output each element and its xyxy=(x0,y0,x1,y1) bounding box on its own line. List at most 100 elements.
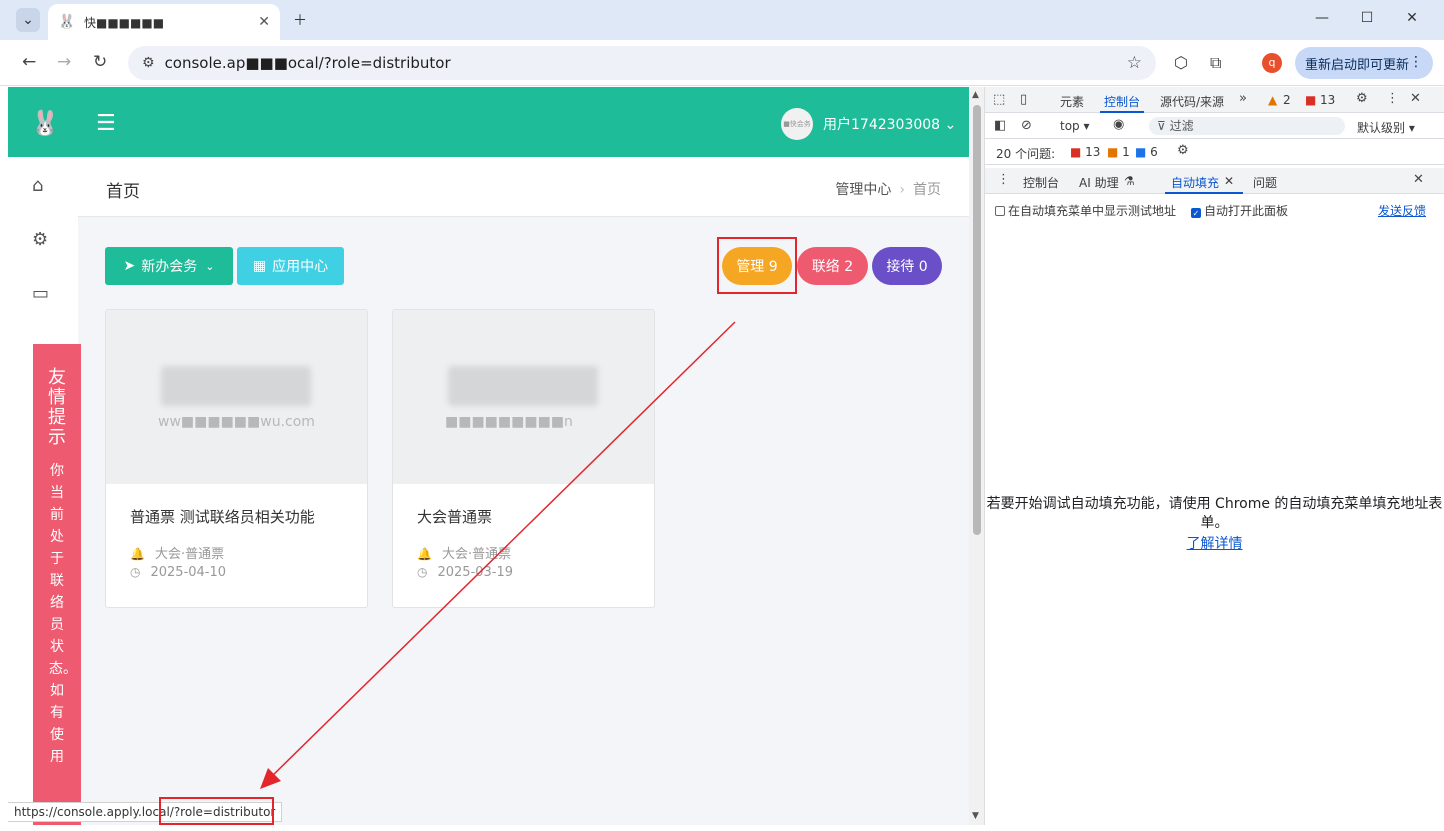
gear-icon[interactable]: ⚙ xyxy=(1356,91,1368,106)
sidebar-toggle-icon[interactable]: ◧ xyxy=(994,118,1006,133)
context-selector[interactable]: top ▾ xyxy=(1060,119,1090,133)
error-count[interactable]: 13 xyxy=(1320,93,1335,107)
tab-search-button[interactable]: ⌄ xyxy=(16,8,40,32)
kebab-menu-icon[interactable]: ⋮ xyxy=(1386,91,1399,106)
tab-elements[interactable]: 元素 xyxy=(1060,93,1084,110)
new-meeting-button[interactable]: ➤ 新办会务 ⌄ xyxy=(105,247,233,285)
event-card[interactable]: ww■■■■■■wu.com 普通票 测试联络员相关功能 🔔 大会·普通票 ◷ 20… xyxy=(105,309,368,608)
auto-open-checkbox[interactable]: ✓ 自动打开此面板 xyxy=(1191,202,1288,219)
site-info-icon[interactable]: ⚙ xyxy=(142,55,155,71)
blurred-logo xyxy=(161,366,311,406)
url-text[interactable]: console.ap■■■ocal/?role=distributor xyxy=(165,54,451,72)
user-menu[interactable]: 用户1742303008 ⌄ xyxy=(823,114,956,134)
profile-avatar[interactable]: q xyxy=(1262,53,1282,73)
hamburger-menu-icon[interactable]: ☰ xyxy=(96,111,116,136)
device-toolbar-icon[interactable]: ▯ xyxy=(1020,92,1027,107)
image-watermark: ■■■■■■■■■n xyxy=(445,414,573,430)
back-icon[interactable]: ← xyxy=(22,52,36,72)
page-header: 首页 管理中心 › 首页 xyxy=(78,157,969,217)
event-card-image: ww■■■■■■wu.com xyxy=(106,310,367,484)
friendly-tip-panel: 友情提示 你当前处于联络员状态。 如有使用 xyxy=(33,344,81,825)
warning-count[interactable]: 2 xyxy=(1283,93,1291,107)
home-icon[interactable]: ⌂ xyxy=(32,175,43,196)
issue-info[interactable]: ■ 6 xyxy=(1135,145,1158,159)
browser-toolbar: ← → ↻ ⚙ console.ap■■■ocal/?role=distribu… xyxy=(0,40,1444,86)
send-icon: ➤ xyxy=(123,258,136,274)
settings-icon[interactable]: ⚙ xyxy=(32,229,48,250)
eye-icon[interactable]: ◉ xyxy=(1113,117,1124,132)
reload-icon[interactable]: ↻ xyxy=(93,52,107,72)
role-liaison-pill[interactable]: 联络 2 xyxy=(797,247,868,285)
puzzle-extensions-icon[interactable]: ⧉ xyxy=(1210,53,1221,73)
maximize-icon[interactable]: ☐ xyxy=(1352,10,1382,26)
close-tab-icon[interactable]: ✕ xyxy=(258,14,270,30)
minimize-icon[interactable]: — xyxy=(1307,10,1337,26)
forward-icon[interactable]: → xyxy=(57,52,71,72)
avatar[interactable]: ■快会务 xyxy=(781,108,813,140)
page-scrollbar[interactable]: ▲ ▼ xyxy=(969,87,985,825)
bookmark-star-icon[interactable]: ☆ xyxy=(1127,53,1142,73)
inspect-icon[interactable]: ⬚ xyxy=(993,92,1005,107)
devtools-main-tabs: ⬚ ▯ 元素 控制台 源代码/来源 » ▲ 2 ■ 13 ⚙ ⋮ ✕ xyxy=(985,87,1444,113)
address-bar[interactable]: ⚙ console.ap■■■ocal/?role=distributor ☆ xyxy=(128,46,1156,80)
event-card-category: 🔔 大会·普通票 xyxy=(130,547,225,562)
breadcrumb: 管理中心 › 首页 xyxy=(835,182,941,198)
relaunch-label: 重新启动即可更新 xyxy=(1305,57,1410,73)
gear-icon[interactable]: ⚙ xyxy=(1177,143,1189,158)
app-center-button[interactable]: ▦ 应用中心 xyxy=(237,247,344,285)
more-menu-icon[interactable]: ⋮ xyxy=(1409,54,1423,70)
close-autofill-tab-icon[interactable]: ✕ xyxy=(1224,174,1234,188)
event-card[interactable]: ■■■■■■■■■n 大会普通票 🔔 大会·普通票 ◷ 2025-03-19 xyxy=(392,309,655,608)
show-test-addresses-checkbox[interactable]: 在自动填充菜单中显示测试地址 xyxy=(995,202,1176,219)
bell-icon: 🔔 xyxy=(130,547,145,561)
issues-bar: 20 个问题: ■ 13 ■ 1 ■ 6 ⚙ xyxy=(985,139,1444,165)
send-feedback-link[interactable]: 发送反馈 xyxy=(1378,202,1426,219)
breadcrumb-home: 首页 xyxy=(913,182,941,198)
tab-sources[interactable]: 源代码/来源 xyxy=(1160,93,1224,110)
event-card-image: ■■■■■■■■■n xyxy=(393,310,654,484)
relaunch-update-button[interactable]: 重新启动即可更新 ⋮ xyxy=(1295,47,1433,79)
new-tab-button[interactable]: ＋ xyxy=(288,8,312,32)
role-reception-pill[interactable]: 接待 0 xyxy=(872,247,942,285)
tab-console[interactable]: 控制台 xyxy=(1104,93,1140,110)
learn-more-link[interactable]: 了解详情 xyxy=(985,533,1444,553)
close-window-icon[interactable]: ✕ xyxy=(1397,10,1427,26)
clock-icon: ◷ xyxy=(417,565,428,579)
drawer-tabs: ⋮ 控制台 AI 助理 ⚗ 自动填充 ✕ 问题 ✕ xyxy=(985,168,1444,194)
error-icon[interactable]: ■ xyxy=(1305,93,1316,107)
devtools-panel: ⬚ ▯ 元素 控制台 源代码/来源 » ▲ 2 ■ 13 ⚙ ⋮ ✕ ◧ ⊘ t… xyxy=(985,87,1444,831)
event-card-date: ◷ 2025-04-10 xyxy=(130,565,227,580)
drawer-tab-console[interactable]: 控制台 xyxy=(1023,174,1059,191)
bell-icon: 🔔 xyxy=(417,547,432,561)
annotation-box-url xyxy=(159,797,274,825)
web-page: 🐰 ☰ ■快会务 用户1742303008 ⌄ ⌂ ⚙ ▭ 首页 管理中心 › 首页… xyxy=(8,87,969,825)
extension-icon[interactable]: ⬡ xyxy=(1174,53,1188,72)
event-card-category: 🔔 大会·普通票 xyxy=(417,547,512,562)
breadcrumb-admin-center[interactable]: 管理中心 xyxy=(835,182,891,198)
close-devtools-icon[interactable]: ✕ xyxy=(1410,91,1421,106)
card-icon[interactable]: ▭ xyxy=(32,283,49,304)
scroll-up-icon[interactable]: ▲ xyxy=(972,90,979,100)
chevron-down-icon: ⌄ xyxy=(205,259,215,273)
filter-input[interactable]: ⊽ 过滤 xyxy=(1149,117,1345,135)
warning-icon[interactable]: ▲ xyxy=(1268,93,1277,107)
drawer-tab-issues[interactable]: 问题 xyxy=(1253,174,1277,191)
drawer-tab-autofill[interactable]: 自动填充 xyxy=(1171,174,1219,191)
rabbit-logo-icon: 🐰 xyxy=(30,109,60,137)
close-drawer-icon[interactable]: ✕ xyxy=(1413,172,1424,187)
issues-label: 20 个问题: xyxy=(996,147,1056,161)
clock-icon: ◷ xyxy=(130,565,141,579)
issue-warnings[interactable]: ■ 1 xyxy=(1107,145,1130,159)
drawer-tab-ai-assistant[interactable]: AI 助理 xyxy=(1079,174,1119,191)
grid-icon: ▦ xyxy=(252,258,267,274)
more-tabs-icon[interactable]: » xyxy=(1239,91,1247,106)
event-card-title: 普通票 测试联络员相关功能 xyxy=(130,508,315,526)
issue-errors[interactable]: ■ 13 xyxy=(1070,145,1100,159)
drawer-menu-icon[interactable]: ⋮ xyxy=(997,172,1010,187)
log-level-select[interactable]: 默认级别 ▾ xyxy=(1357,119,1415,136)
scroll-down-icon[interactable]: ▼ xyxy=(972,811,979,821)
scrollbar-thumb[interactable] xyxy=(973,105,981,535)
browser-tab[interactable]: 🐰 快■■■■■■ ✕ xyxy=(48,4,280,40)
clear-console-icon[interactable]: ⊘ xyxy=(1021,118,1032,133)
user-name: 用户1742303008 xyxy=(823,117,941,133)
